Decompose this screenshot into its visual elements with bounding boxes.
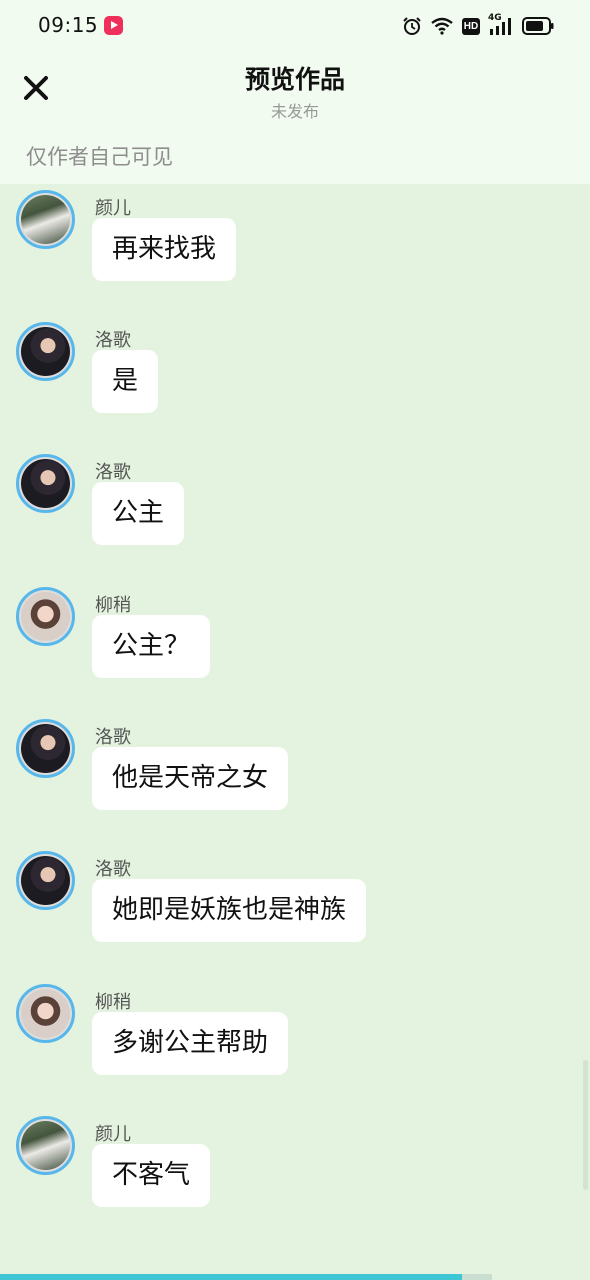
alarm-icon	[403, 17, 421, 35]
message-bubble[interactable]: 她即是妖族也是神族	[92, 879, 367, 942]
message-bubble[interactable]: 是	[92, 350, 159, 413]
avatar-yan[interactable]	[16, 1116, 75, 1175]
message-bubble[interactable]: 公主？	[92, 615, 211, 678]
wifi-icon	[431, 17, 453, 35]
sender-name: 洛歌	[95, 462, 131, 483]
sender-name: 颜儿	[95, 198, 131, 219]
status-time: 09:15	[38, 13, 99, 37]
message-bubble[interactable]: 公主	[92, 482, 185, 545]
message-bubble[interactable]: 多谢公主帮助	[92, 1012, 289, 1075]
avatar-luo[interactable]	[16, 851, 75, 910]
avatar-liu[interactable]	[16, 984, 75, 1043]
avatar-luo[interactable]	[16, 322, 75, 381]
sender-name: 柳稍	[95, 595, 131, 616]
sender-name: 颜儿	[95, 1124, 131, 1145]
message-bubble[interactable]: 他是天帝之女	[92, 747, 289, 810]
visibility-note: 仅作者自己可见	[26, 145, 173, 169]
message-bubble[interactable]: 再来找我	[92, 218, 237, 281]
page-title: 预览作品	[244, 65, 345, 94]
status-icons: HD 4G	[402, 13, 554, 38]
avatar-luo[interactable]	[16, 454, 75, 513]
publish-status: 未发布	[270, 102, 319, 121]
top-bar: 09:15 HD 4G 预览作品 未发布 仅作者自己可见	[0, 0, 590, 184]
status-bar: 09:15 HD 4G	[0, 0, 590, 52]
message-bubble[interactable]: 不客气	[92, 1144, 211, 1207]
sender-name: 洛歌	[95, 859, 131, 880]
battery-icon	[522, 17, 554, 35]
chat-list[interactable]: 颜儿 再来找我 洛歌 是 洛歌 公主 柳稍 公主？ 洛歌 他是天帝之女 洛歌 她…	[0, 184, 590, 1274]
avatar-liu[interactable]	[16, 587, 75, 646]
sender-name: 柳稍	[95, 992, 131, 1013]
signal-4g-icon: 4G	[488, 13, 514, 36]
playback-progress-fill	[0, 1274, 463, 1280]
hd-icon: HD	[462, 17, 480, 35]
avatar-yan[interactable]	[16, 190, 75, 249]
scrollbar[interactable]	[583, 1060, 588, 1190]
avatar-luo[interactable]	[16, 719, 75, 778]
app-badge-icon	[104, 16, 123, 35]
sender-name: 洛歌	[95, 727, 131, 748]
playback-progress-track[interactable]	[0, 1274, 492, 1280]
sender-name: 洛歌	[95, 330, 131, 351]
